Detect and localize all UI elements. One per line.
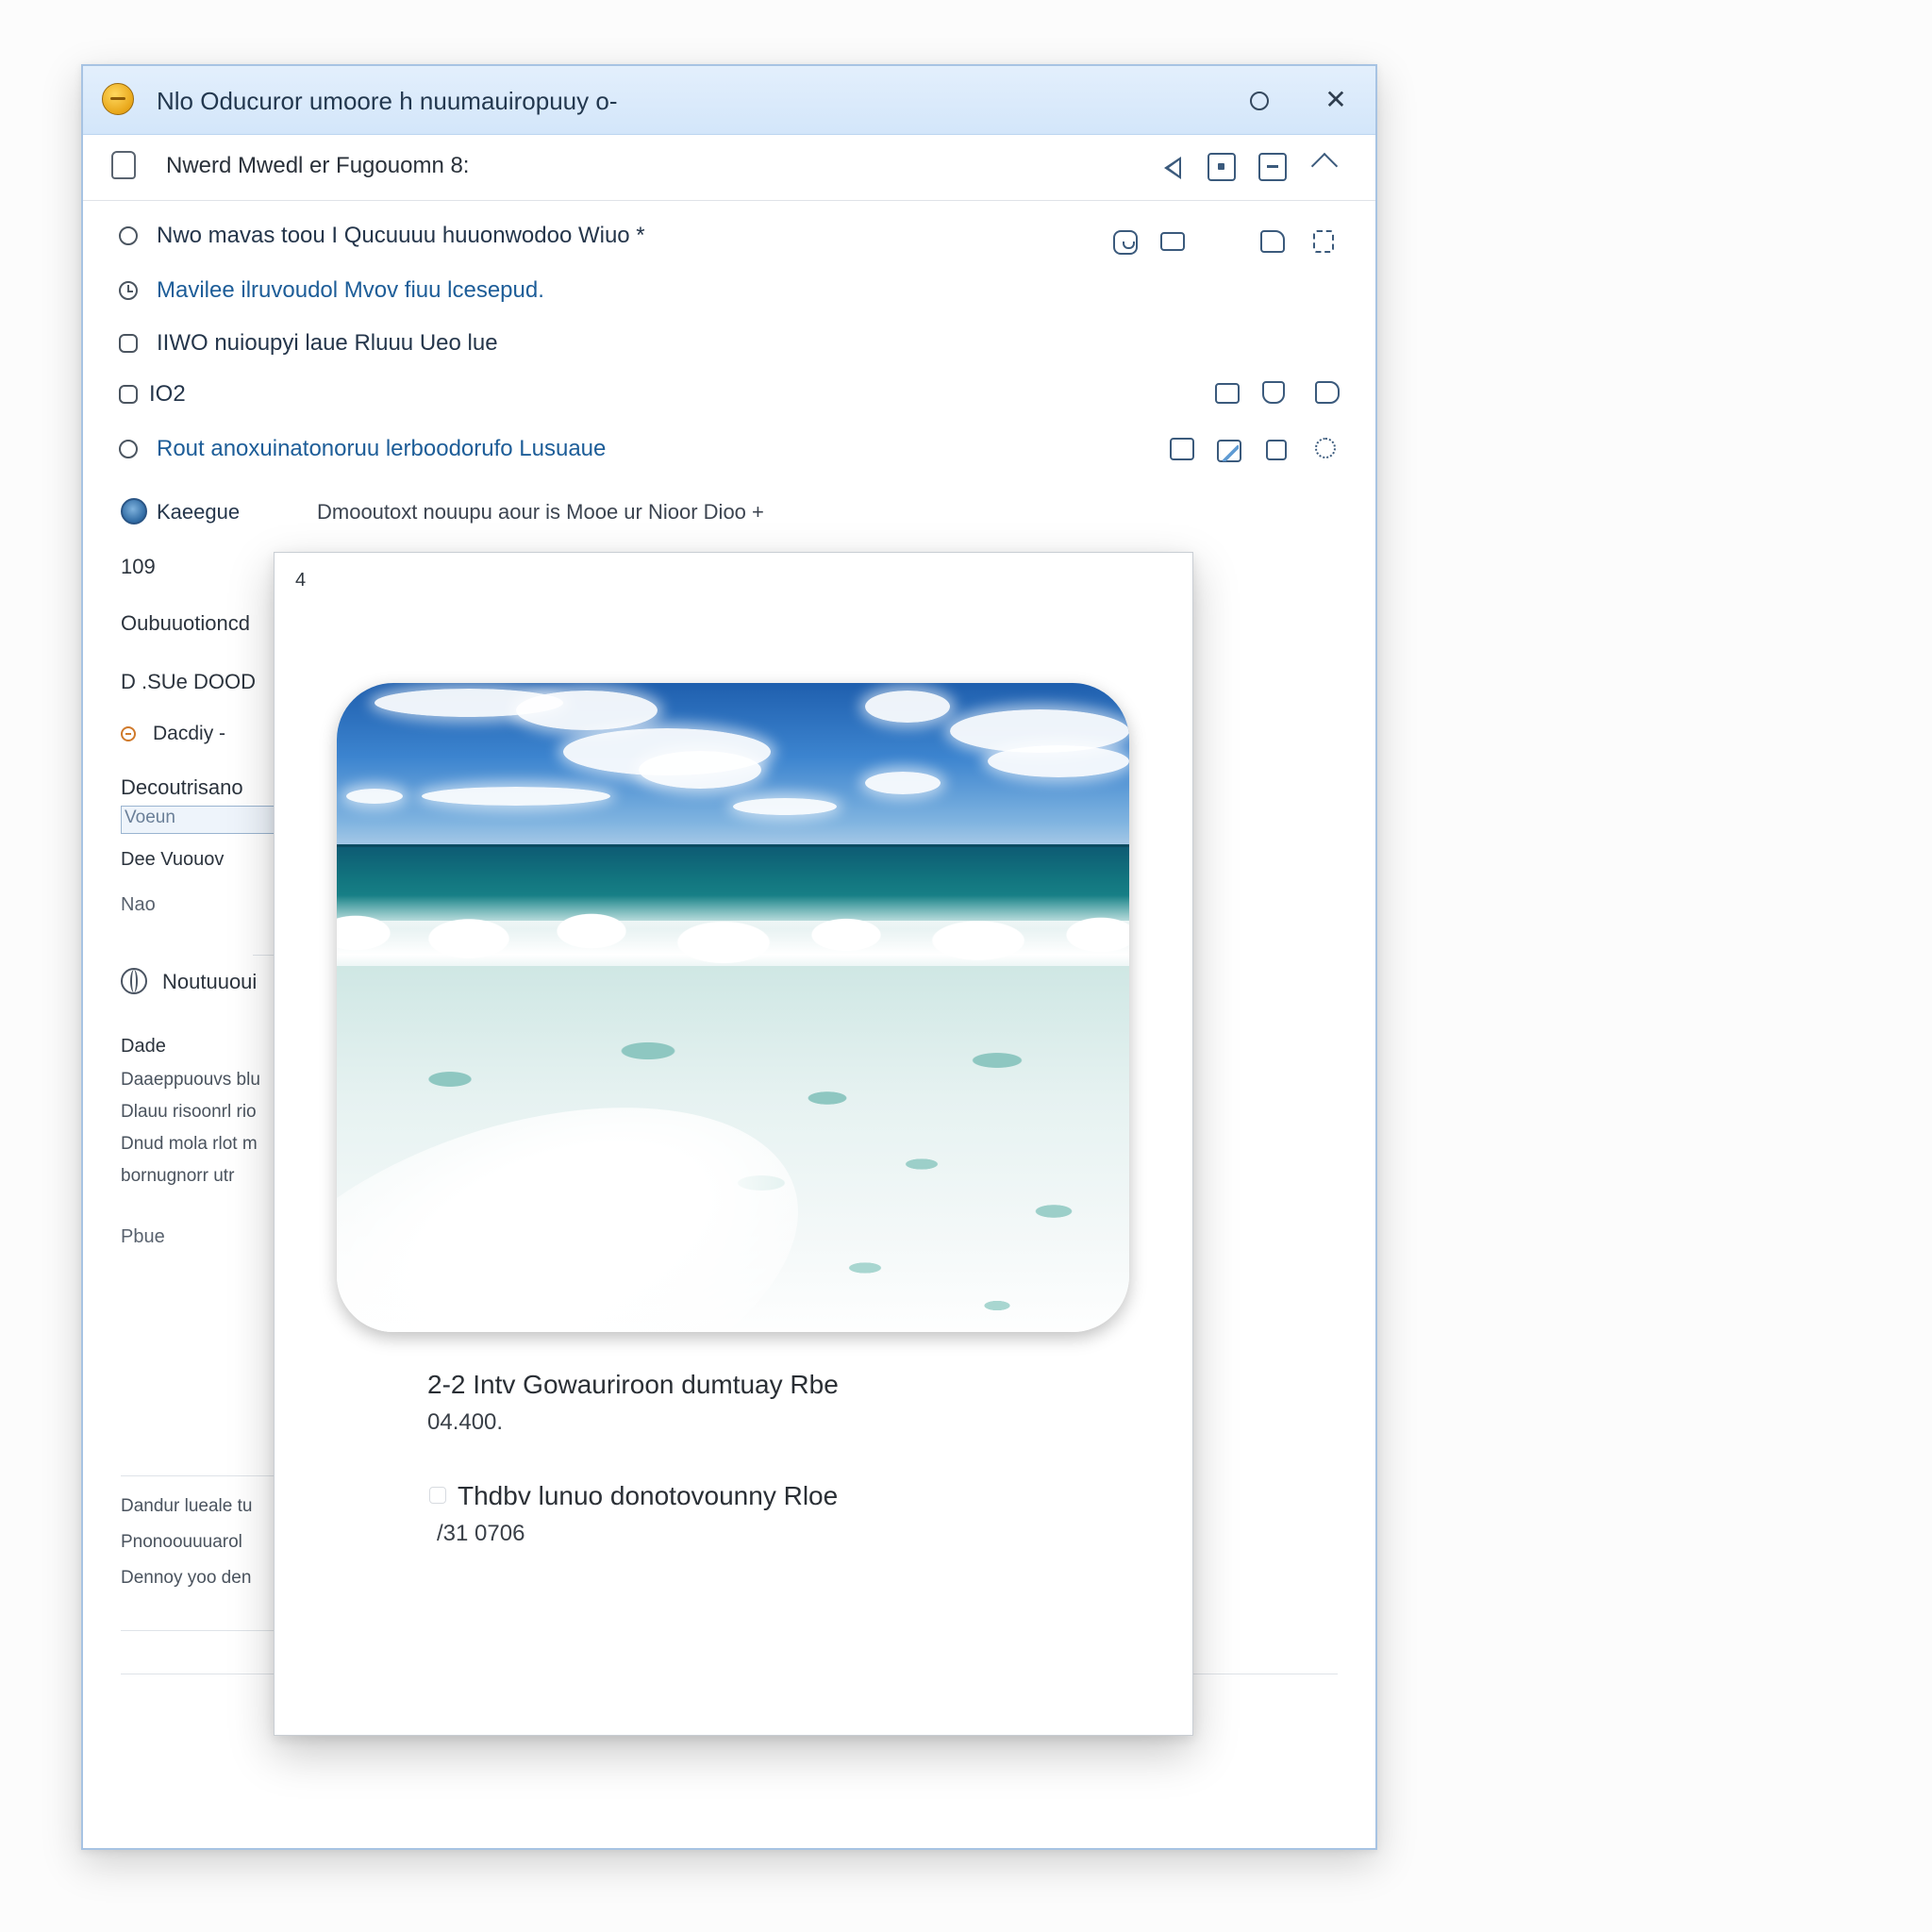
toolbar-title: Nwerd Mwedl er Fugouomn 8: (166, 153, 470, 178)
bottom-line: Pnonoouuuarol (121, 1532, 242, 1552)
globe-icon (121, 968, 147, 994)
cloud (733, 798, 837, 815)
caption-subtitle: 04.400. (427, 1409, 504, 1435)
bottom-line: Dennoy yoo den (121, 1568, 252, 1588)
sidebar-section: Noutuuoui (162, 970, 258, 993)
cloud (516, 691, 658, 730)
bottom-line: Dandur lueale tu (121, 1496, 253, 1516)
cloud (422, 787, 610, 806)
footer-label: Pbue (121, 1226, 165, 1247)
list-item[interactable]: Mavilee ilruvoudol Mvov fiuu lcesepud. (157, 277, 544, 304)
meta-label: Kaeegue (157, 500, 241, 524)
desc-line: Dnud mola rlot m (121, 1134, 258, 1154)
cloud (988, 745, 1129, 777)
section-divider (121, 1475, 291, 1476)
row-checkbox[interactable] (119, 385, 138, 404)
list-item[interactable]: Nwo mavas toou I Qucuuuu huuonwodoo Wiuo… (157, 223, 645, 249)
title-bar[interactable]: Nlo Oducuror umoore h nuumauiropuuy o- ✕ (83, 66, 1375, 135)
book-icon[interactable] (1170, 438, 1194, 460)
caption-title: Thdbv lunuo donotovounny Rloe (458, 1481, 839, 1510)
desc-line: Dlauu risoonrl rio (121, 1102, 257, 1122)
window-title: Nlo Oducuror umoore h nuumauiropuuy o- (157, 87, 618, 115)
edit-icon[interactable] (1260, 230, 1285, 253)
caption-title: 2-2 Intv Gowauriroon dumtuay Rbe (427, 1370, 839, 1399)
camera-icon[interactable] (1113, 230, 1138, 255)
desc-title: Dade (121, 1036, 166, 1057)
sync-icon[interactable] (1315, 438, 1336, 458)
mail-icon[interactable] (1160, 232, 1185, 251)
sidebar-line: Nao (121, 894, 156, 915)
square-icon[interactable] (1266, 440, 1287, 460)
folder-icon (111, 151, 136, 179)
cloud (865, 691, 950, 723)
status-icon (121, 726, 136, 741)
cloud (346, 789, 403, 804)
image-icon[interactable] (1217, 440, 1241, 462)
list-item[interactable]: Rout anoxuinatonoruu lerboodorufo Lusuau… (157, 436, 606, 462)
toolbar-divider (83, 200, 1375, 201)
sidebar-label: Decoutrisano (121, 775, 243, 799)
avatar[interactable] (121, 498, 147, 525)
row-checkbox[interactable] (119, 226, 138, 245)
inbox-icon[interactable] (1215, 383, 1240, 404)
dialog-number: 4 (295, 570, 307, 591)
app-icon (102, 83, 134, 115)
note-icon[interactable] (1262, 381, 1285, 404)
close-button[interactable]: ✕ (1319, 83, 1353, 117)
row-checkbox[interactable] (119, 440, 138, 458)
desc-line: Daaeppuouvs blu (121, 1070, 260, 1090)
sidebar-line: Dee Vuouov (121, 849, 225, 870)
cloud (865, 772, 941, 794)
sidebar-heading: D .SUe DOOD (121, 670, 257, 693)
sidebar-heading: Oubuuotioncd (121, 611, 250, 635)
refresh-icon[interactable] (1313, 230, 1334, 253)
list-item[interactable]: IIWO nuioupyi laue Rluuu Ueo lue (157, 330, 498, 357)
cloud (639, 751, 761, 789)
row-checkbox[interactable] (119, 334, 138, 353)
section-divider (121, 1630, 291, 1631)
caption-subtitle: /31 0706 (437, 1521, 525, 1546)
tag-icon[interactable] (1315, 381, 1340, 404)
caption-checkbox[interactable] (429, 1487, 446, 1504)
preview-dialog: 4 2-2 Intv Gowauriroon dumtuay Rbe 04.40… (274, 552, 1193, 1736)
sidebar-input-value: Voeun (125, 808, 175, 827)
ocean-waves-photo[interactable] (337, 683, 1129, 1332)
meta-value: Dmooutoxt nouupu aour is Mooe ur Nioor D… (317, 500, 764, 524)
list-item[interactable]: IO2 (149, 381, 186, 408)
horizon (337, 844, 1129, 847)
sidebar-count: 109 (121, 555, 156, 578)
minimize-icon[interactable] (1258, 153, 1287, 181)
restore-button[interactable] (1241, 83, 1275, 117)
back-icon[interactable] (1164, 157, 1181, 179)
frame-icon[interactable] (1208, 153, 1236, 181)
row-checkbox[interactable] (119, 281, 138, 300)
share-icon[interactable] (1309, 153, 1338, 181)
sidebar-dropdown[interactable]: Dacdiy - (153, 723, 225, 745)
desc-line: bornugnorr utr (121, 1166, 235, 1186)
